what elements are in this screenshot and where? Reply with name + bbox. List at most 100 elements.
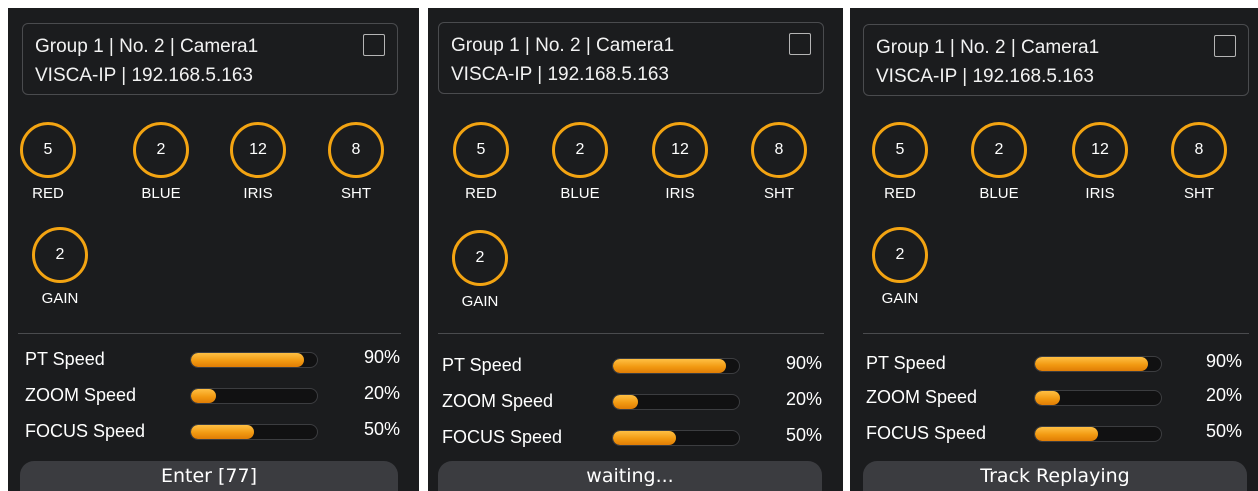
pt-speed-fill (1035, 357, 1149, 371)
knob-sht[interactable]: 8 SHT (321, 122, 391, 202)
red-value: 5 (872, 122, 928, 178)
knob-gain[interactable]: 2 GAIN (445, 230, 515, 310)
gain-value: 2 (452, 230, 508, 286)
iris-label: IRIS (665, 185, 695, 202)
status-button[interactable]: waiting... (438, 461, 822, 491)
focus-speed-value: 50% (363, 419, 400, 439)
knob-iris[interactable]: 12 IRIS (1065, 122, 1135, 202)
pt-speed-fill (191, 353, 305, 367)
zoom-speed-label: ZOOM Speed (442, 391, 554, 411)
gain-value: 2 (32, 227, 88, 283)
pt-speed-slider[interactable] (612, 358, 740, 374)
camera-title: Group 1 | No. 2 | Camera1 (876, 37, 1100, 58)
zoom-speed-value: 20% (785, 389, 822, 409)
camera-title: Group 1 | No. 2 | Camera1 (451, 35, 675, 56)
zoom-speed-fill (1035, 391, 1061, 405)
sht-label: SHT (341, 185, 371, 202)
iris-label: IRIS (1085, 185, 1115, 202)
pt-speed-row: PT Speed 90% (25, 347, 405, 373)
red-label: RED (465, 185, 497, 202)
pt-speed-row: PT Speed 90% (442, 353, 832, 379)
zoom-speed-value: 20% (1205, 385, 1242, 405)
knob-blue[interactable]: 2 BLUE (964, 122, 1034, 202)
knob-red[interactable]: 5 RED (446, 122, 516, 202)
sht-label: SHT (764, 185, 794, 202)
status-button[interactable]: Enter [77] (20, 461, 398, 491)
zoom-speed-slider[interactable] (1034, 390, 1162, 406)
focus-speed-row: FOCUS Speed 50% (866, 421, 1256, 447)
camera-info-card[interactable]: Group 1 | No. 2 | Camera1 VISCA-IP | 192… (863, 24, 1249, 96)
red-label: RED (884, 185, 916, 202)
focus-speed-label: FOCUS Speed (442, 427, 563, 447)
camera-info-card[interactable]: Group 1 | No. 2 | Camera1 VISCA-IP | 192… (22, 23, 398, 95)
knob-iris[interactable]: 12 IRIS (645, 122, 715, 202)
pt-speed-label: PT Speed (866, 353, 946, 373)
pt-speed-slider[interactable] (1034, 356, 1162, 372)
select-checkbox[interactable] (363, 34, 385, 56)
divider (18, 333, 401, 334)
knob-blue[interactable]: 2 BLUE (126, 122, 196, 202)
knob-sht[interactable]: 8 SHT (744, 122, 814, 202)
focus-speed-slider[interactable] (190, 424, 318, 440)
pt-speed-label: PT Speed (442, 355, 522, 375)
focus-speed-value: 50% (785, 425, 822, 445)
gain-label: GAIN (461, 293, 499, 310)
pt-speed-fill (613, 359, 727, 373)
camera-address: VISCA-IP | 192.168.5.163 (876, 66, 1094, 87)
camera-panel-3: Group 1 | No. 2 | Camera1 VISCA-IP | 192… (850, 8, 1258, 491)
divider (863, 333, 1249, 334)
zoom-speed-value: 20% (363, 383, 400, 403)
sht-value: 8 (328, 122, 384, 178)
zoom-speed-label: ZOOM Speed (866, 387, 978, 407)
zoom-speed-row: ZOOM Speed 20% (25, 383, 405, 409)
blue-label: BLUE (141, 185, 181, 202)
camera-info-card[interactable]: Group 1 | No. 2 | Camera1 VISCA-IP | 192… (438, 22, 824, 94)
blue-value: 2 (133, 122, 189, 178)
red-value: 5 (20, 122, 76, 178)
red-value: 5 (453, 122, 509, 178)
focus-speed-fill (613, 431, 676, 445)
zoom-speed-fill (613, 395, 639, 409)
focus-speed-label: FOCUS Speed (866, 423, 987, 443)
knob-gain[interactable]: 2 GAIN (25, 227, 95, 307)
blue-label: BLUE (560, 185, 600, 202)
divider (438, 333, 824, 334)
focus-speed-slider[interactable] (612, 430, 740, 446)
knob-sht[interactable]: 8 SHT (1164, 122, 1234, 202)
knob-iris[interactable]: 12 IRIS (223, 122, 293, 202)
sht-value: 8 (1171, 122, 1227, 178)
zoom-speed-label: ZOOM Speed (25, 385, 137, 405)
focus-speed-slider[interactable] (1034, 426, 1162, 442)
select-checkbox[interactable] (789, 33, 811, 55)
zoom-speed-row: ZOOM Speed 20% (866, 385, 1256, 411)
gain-label: GAIN (881, 290, 919, 307)
status-button[interactable]: Track Replaying (863, 461, 1247, 491)
focus-speed-label: FOCUS Speed (25, 421, 146, 441)
gain-value: 2 (872, 227, 928, 283)
focus-speed-value: 50% (1205, 421, 1242, 441)
camera-panel-2: Group 1 | No. 2 | Camera1 VISCA-IP | 192… (428, 8, 843, 491)
camera-title: Group 1 | No. 2 | Camera1 (35, 36, 259, 57)
select-checkbox[interactable] (1214, 35, 1236, 57)
pt-speed-value: 90% (363, 347, 400, 367)
iris-value: 12 (652, 122, 708, 178)
blue-value: 2 (971, 122, 1027, 178)
red-label: RED (32, 185, 64, 202)
iris-value: 12 (230, 122, 286, 178)
knob-gain[interactable]: 2 GAIN (865, 227, 935, 307)
focus-speed-row: FOCUS Speed 50% (25, 419, 405, 445)
pt-speed-value: 90% (785, 353, 822, 373)
sht-value: 8 (751, 122, 807, 178)
zoom-speed-slider[interactable] (612, 394, 740, 410)
knob-red[interactable]: 5 RED (13, 122, 83, 202)
focus-speed-fill (1035, 427, 1098, 441)
knob-red[interactable]: 5 RED (865, 122, 935, 202)
zoom-speed-row: ZOOM Speed 20% (442, 389, 832, 415)
knob-blue[interactable]: 2 BLUE (545, 122, 615, 202)
zoom-speed-slider[interactable] (190, 388, 318, 404)
pt-speed-value: 90% (1205, 351, 1242, 371)
focus-speed-row: FOCUS Speed 50% (442, 425, 832, 451)
gain-label: GAIN (41, 290, 79, 307)
pt-speed-label: PT Speed (25, 349, 105, 369)
pt-speed-slider[interactable] (190, 352, 318, 368)
